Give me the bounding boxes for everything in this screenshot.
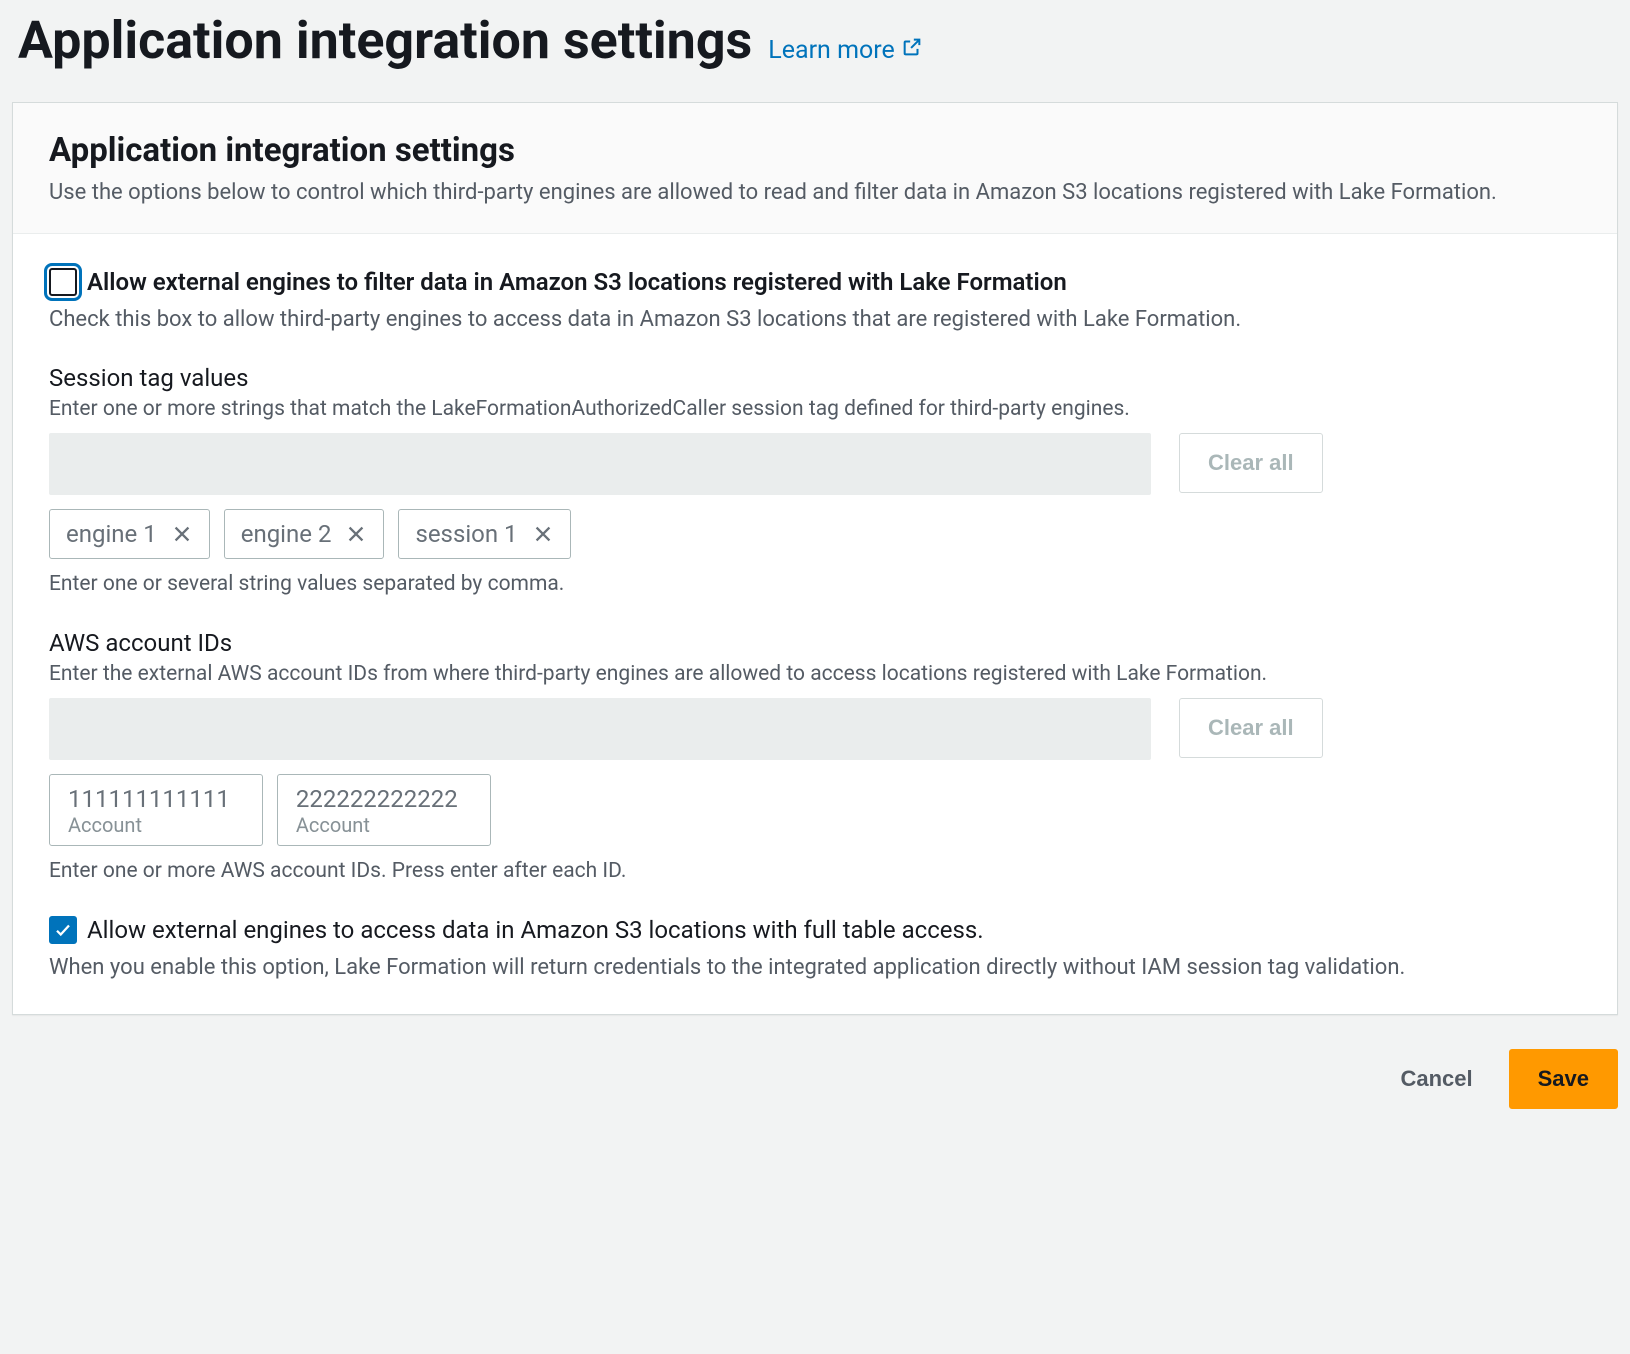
allow-full-access-checkbox[interactable] — [49, 916, 77, 944]
account-id-token-sub: Account — [296, 813, 472, 837]
allow-filter-helper: Check this box to allow third-party engi… — [49, 304, 1581, 336]
cancel-button[interactable]: Cancel — [1382, 1049, 1490, 1109]
footer-actions: Cancel Save — [12, 1015, 1618, 1109]
account-id-token-sub: Account — [68, 813, 244, 837]
account-ids-section: AWS account IDs Enter the external AWS a… — [49, 629, 1581, 886]
session-tags-section: Session tag values Enter one or more str… — [49, 364, 1581, 599]
remove-token-button[interactable] — [171, 523, 193, 545]
save-button[interactable]: Save — [1509, 1049, 1618, 1109]
page-title: Application integration settings — [18, 10, 752, 72]
session-tags-hint: Enter one or several string values separ… — [49, 569, 1581, 599]
account-ids-input[interactable] — [49, 698, 1151, 760]
session-tags-input[interactable] — [49, 433, 1151, 495]
session-tag-token-label: engine 2 — [241, 520, 332, 548]
account-ids-label: AWS account IDs — [49, 629, 1581, 657]
external-link-icon — [901, 36, 923, 65]
session-tag-token-label: session 1 — [415, 520, 517, 548]
session-tags-token-row: engine 1 engine 2 session 1 — [49, 509, 1581, 559]
session-tag-token: session 1 — [398, 509, 570, 559]
session-tags-input-row: Clear all — [49, 433, 1581, 495]
allow-filter-checkbox[interactable] — [49, 268, 77, 296]
panel-header: Application integration settings Use the… — [13, 103, 1617, 234]
allow-full-access-helper: When you enable this option, Lake Format… — [49, 952, 1581, 984]
account-ids-hint: Enter one or more AWS account IDs. Press… — [49, 856, 1581, 886]
session-tag-token: engine 1 — [49, 509, 210, 559]
account-id-token-value: 222222222222 — [296, 785, 458, 813]
session-tags-label: Session tag values — [49, 364, 1581, 392]
remove-token-button[interactable] — [345, 523, 367, 545]
panel-title: Application integration settings — [49, 131, 1581, 170]
account-ids-token-row: 111111111111 Account 222222222222 A — [49, 774, 1581, 846]
allow-filter-checkbox-row: Allow external engines to filter data in… — [49, 268, 1581, 296]
account-ids-clear-all-button[interactable]: Clear all — [1179, 698, 1323, 758]
learn-more-link[interactable]: Learn more — [768, 36, 922, 65]
session-tag-token-label: engine 1 — [66, 520, 157, 548]
allow-full-access-label: Allow external engines to access data in… — [87, 916, 984, 944]
account-ids-input-row: Clear all — [49, 698, 1581, 760]
session-tags-description: Enter one or more strings that match the… — [49, 394, 1581, 424]
panel-body: Allow external engines to filter data in… — [13, 234, 1617, 1014]
remove-token-button[interactable] — [532, 523, 554, 545]
account-id-token-value: 111111111111 — [68, 785, 230, 813]
panel-description: Use the options below to control which t… — [49, 176, 1581, 209]
account-id-token: 111111111111 Account — [49, 774, 263, 846]
account-ids-description: Enter the external AWS account IDs from … — [49, 659, 1581, 689]
page-title-row: Application integration settings Learn m… — [18, 10, 1618, 72]
account-id-token: 222222222222 Account — [277, 774, 491, 846]
settings-panel: Application integration settings Use the… — [12, 102, 1618, 1015]
learn-more-label: Learn more — [768, 36, 894, 65]
allow-full-access-checkbox-row: Allow external engines to access data in… — [49, 916, 1581, 944]
session-tag-token: engine 2 — [224, 509, 385, 559]
allow-filter-label: Allow external engines to filter data in… — [87, 268, 1067, 296]
session-tags-clear-all-button[interactable]: Clear all — [1179, 433, 1323, 493]
